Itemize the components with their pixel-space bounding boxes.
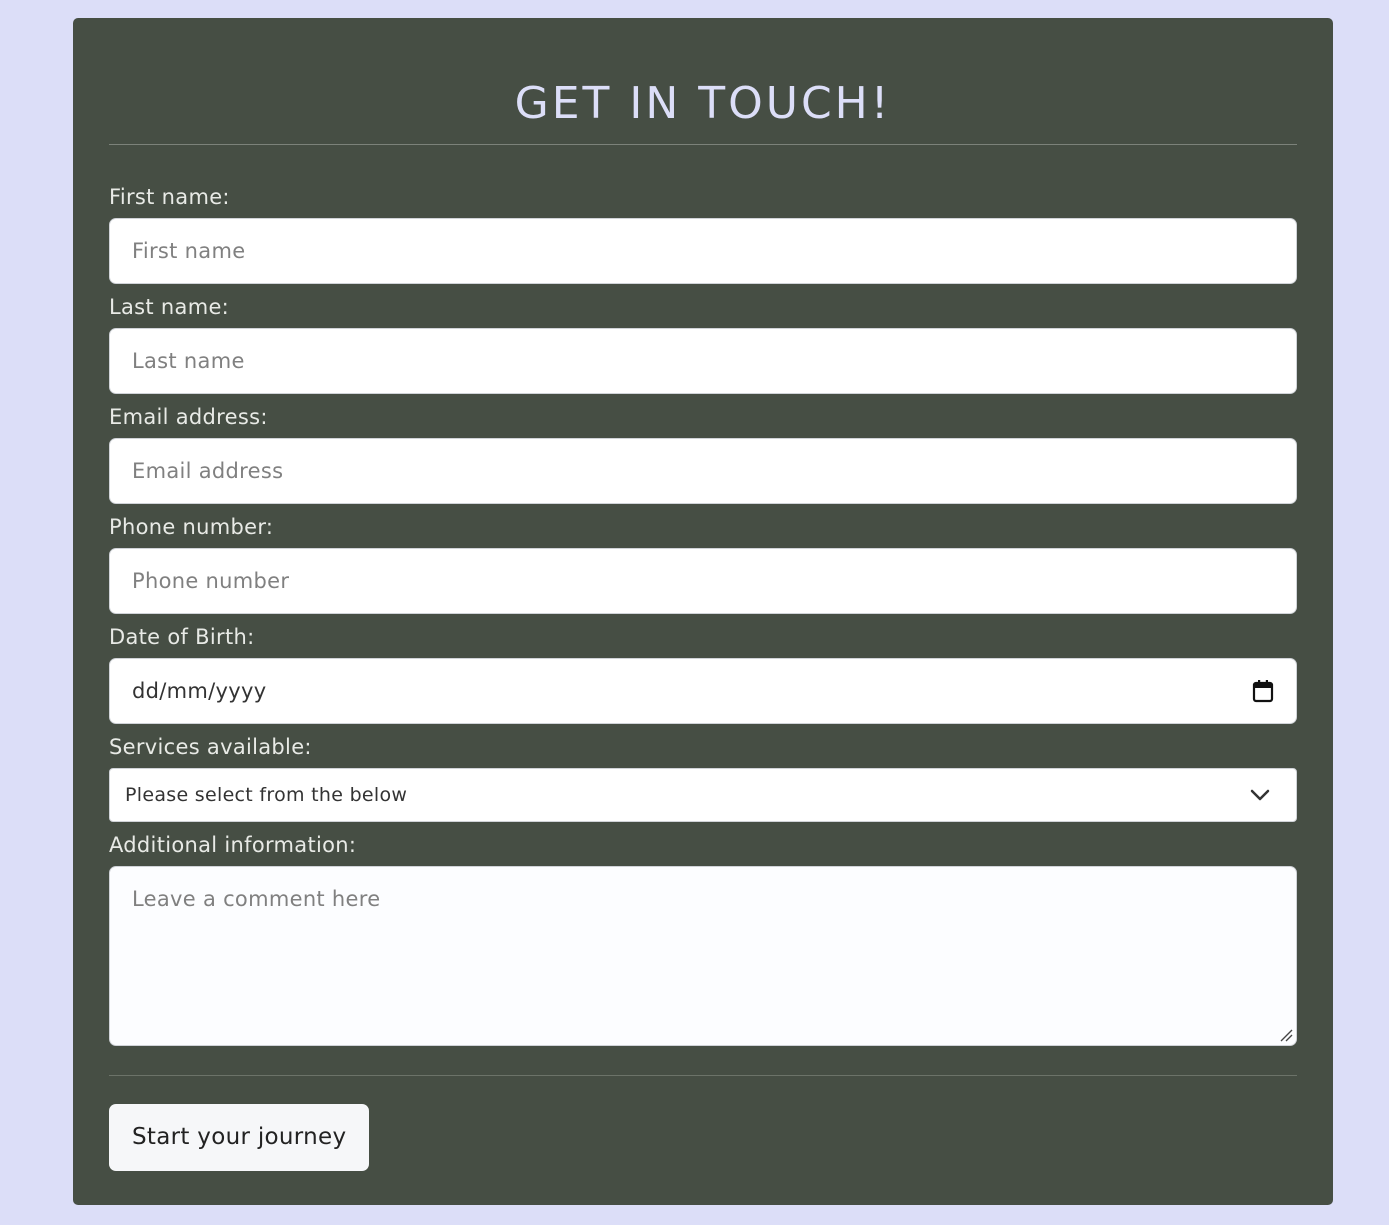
chevron-down-icon [1250, 789, 1270, 801]
phone-label: Phone number: [109, 515, 274, 539]
start-journey-button[interactable]: Start your journey [109, 1104, 370, 1171]
services-select[interactable]: Please select from the below [109, 768, 1297, 822]
form-footer-divider [109, 1075, 1297, 1076]
additional-info-placeholder: Leave a comment here [132, 887, 381, 911]
services-label: Services available: [109, 735, 312, 759]
email-placeholder: Email address [132, 459, 284, 483]
last-name-input[interactable]: Last name [109, 328, 1297, 394]
email-input[interactable]: Email address [109, 438, 1297, 504]
dob-placeholder: dd/mm/yyyy [132, 679, 267, 703]
first-name-input[interactable]: First name [109, 218, 1297, 284]
first-name-label: First name: [109, 185, 230, 209]
form-title: GET IN TOUCH! [514, 78, 892, 129]
last-name-label: Last name: [109, 295, 230, 319]
last-name-placeholder: Last name [132, 349, 245, 373]
contact-form-card: GET IN TOUCH! First name: First name Las… [73, 18, 1333, 1205]
contact-form: First name: First name Last name: Last n… [109, 145, 1297, 1171]
resize-handle-icon[interactable] [1279, 1028, 1293, 1042]
calendar-icon[interactable] [1252, 679, 1274, 703]
phone-placeholder: Phone number [132, 569, 290, 593]
additional-info-textarea[interactable]: Leave a comment here [109, 866, 1297, 1046]
additional-info-label: Additional information: [109, 833, 357, 857]
phone-input[interactable]: Phone number [109, 548, 1297, 614]
dob-input[interactable]: dd/mm/yyyy [109, 658, 1297, 724]
services-selected-value: Please select from the below [125, 784, 408, 806]
first-name-placeholder: First name [132, 239, 246, 263]
email-label: Email address: [109, 405, 268, 429]
dob-label: Date of Birth: [109, 625, 255, 649]
